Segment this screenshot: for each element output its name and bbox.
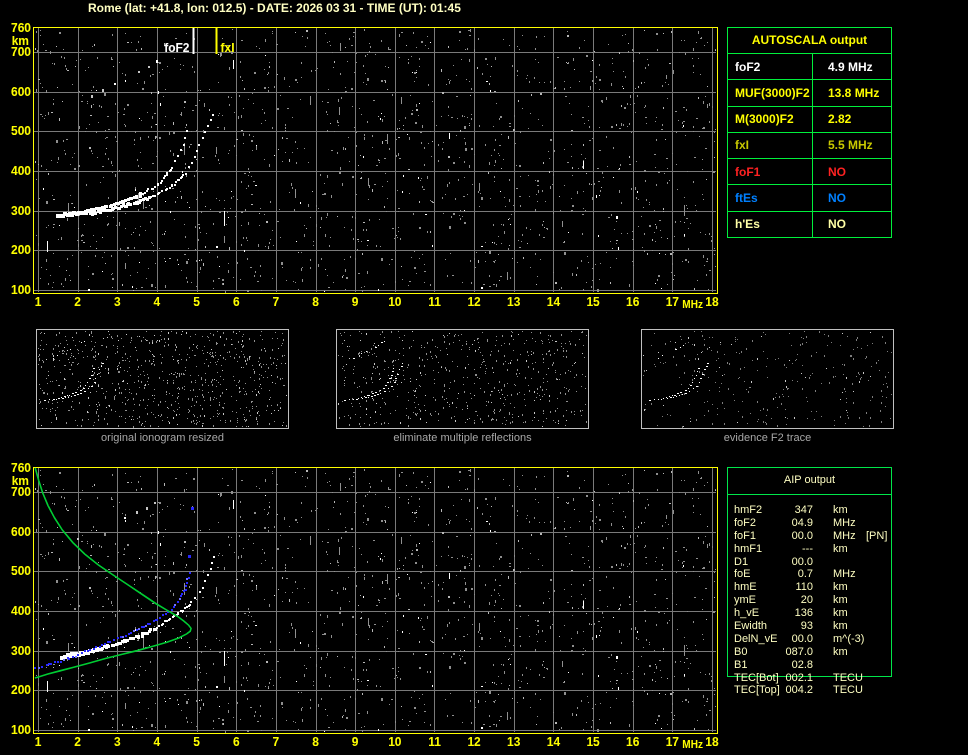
parameter-value: NO xyxy=(828,217,846,232)
parameter-unit: km xyxy=(833,542,848,555)
parameter-label: B0 xyxy=(734,645,748,658)
thumbnail-original-ionogram xyxy=(36,329,289,429)
aip-row-fof2: foF2 04.9 MHz xyxy=(728,517,891,530)
parameter-value: 13.8 MHz xyxy=(828,85,880,100)
parameter-value: 00.0 xyxy=(791,555,813,568)
autoscala-app-window: Rome (lat: +41.8, lon: 012.5) - DATE: 20… xyxy=(0,0,968,755)
parameter-unit: m^(-3) xyxy=(833,632,865,645)
parameter-unit: km xyxy=(833,581,848,594)
aip-row-delnve: DelN_vE 00.0 m^(-3) xyxy=(728,633,891,646)
parameter-label: fxI xyxy=(728,132,813,159)
autoscala-row-ftes: ftEs NO xyxy=(728,184,891,211)
parameter-value: --- xyxy=(802,542,813,555)
aip-rows: hmF2 347 km foF2 04.9 MHz foF1 00.0 MHz [PN] hmF1-… xyxy=(728,504,891,697)
autoscala-row-fof2: foF2 4.9 MHz xyxy=(728,53,891,80)
profile-ionogram-canvas xyxy=(0,456,724,752)
station-date-title: Rome (lat: +41.8, lon: 012.5) - DATE: 20… xyxy=(88,1,461,15)
scaled-ionogram-canvas xyxy=(0,16,724,312)
parameter-unit: MHz xyxy=(833,529,856,542)
aip-output-panel: AIP output hmF2 347 km foF2 04.9 MHz foF1 00.0 M… xyxy=(727,467,892,696)
parameter-unit: MHz xyxy=(833,516,856,529)
aip-row-d1: D1 00.0 xyxy=(728,556,891,569)
aip-row-b1: B1 02.8 xyxy=(728,659,891,672)
parameter-label: B1 xyxy=(734,658,748,671)
aip-header-divider xyxy=(728,494,891,495)
parameter-label: M(3000)F2 xyxy=(728,106,813,132)
parameter-flag: [PN] xyxy=(866,529,888,542)
parameter-value: 004.2 xyxy=(785,684,813,697)
parameter-label: h'Es xyxy=(728,211,813,237)
parameter-value: 110 xyxy=(795,581,813,594)
parameter-value: NO xyxy=(828,164,846,179)
aip-row-hve: h_vE 136 km xyxy=(728,607,891,620)
parameter-label: D1 xyxy=(734,555,749,568)
parameter-value: 00.0 xyxy=(791,529,813,542)
parameter-label: MUF(3000)F2 xyxy=(728,80,813,106)
parameter-value: 04.9 xyxy=(791,516,813,529)
parameter-label: foF1 xyxy=(728,159,813,185)
parameter-value: 20 xyxy=(800,594,813,607)
thumbnail-caption: original ionogram resized xyxy=(101,432,224,444)
thumbnail-caption: eliminate multiple reflections xyxy=(393,432,532,444)
autoscala-row-muf3000f2: MUF(3000)F2 13.8 MHz xyxy=(728,79,891,106)
autoscala-row-hes: h'Es NO xyxy=(728,210,891,237)
parameter-value: 002.1 xyxy=(785,671,813,684)
aip-row-hme: hmE 110 km xyxy=(728,581,891,594)
parameter-value: 4.9 MHz xyxy=(828,59,873,74)
parameter-value: 087.0 xyxy=(785,645,813,658)
aip-row-fof1: foF1 00.0 MHz [PN] xyxy=(728,530,891,543)
parameter-unit: km xyxy=(833,594,848,607)
parameter-unit: km xyxy=(833,620,848,633)
parameter-label: foF2 xyxy=(728,54,813,80)
aip-row-b0: B0 087.0 km xyxy=(728,646,891,659)
aip-row-ewidth: Ewidth 93 km xyxy=(728,620,891,633)
parameter-value: 00.0 xyxy=(791,632,813,645)
parameter-label: ftEs xyxy=(728,185,813,211)
parameter-unit: TECU xyxy=(833,684,863,697)
parameter-value: 136 xyxy=(794,607,813,620)
aip-row-foe: foE 0.7 MHz xyxy=(728,568,891,581)
aip-row-hmf2: hmF2 347 km xyxy=(728,504,891,517)
parameter-value: 0.7 xyxy=(797,568,813,581)
autoscala-row-fof1: foF1 NO xyxy=(728,158,891,185)
parameter-unit: km xyxy=(833,645,848,658)
parameter-value: 02.8 xyxy=(791,658,813,671)
autoscala-row-m3000f2: M(3000)F2 2.82 xyxy=(728,105,891,132)
parameter-unit: km xyxy=(833,504,848,516)
parameter-unit: MHz xyxy=(833,568,856,581)
parameter-value: 2.82 xyxy=(828,112,852,127)
autoscala-output-table: AUTOSCALA output foF2 4.9 MHz MUF(3000)F2 1… xyxy=(727,27,892,238)
parameter-value: 5.5 MHz xyxy=(828,138,873,153)
parameter-value: 93 xyxy=(800,620,813,633)
thumbnail-eliminate-reflections xyxy=(336,329,589,429)
thumbnail-evidence-f2-trace xyxy=(641,329,894,429)
aip-row-tectop: TEC[Top] 004.2 TECU xyxy=(728,684,891,697)
aip-row-yme: ymE 20 km xyxy=(728,594,891,607)
autoscala-table-title: AUTOSCALA output xyxy=(751,33,868,47)
aip-row-tecbot: TEC[Bot] 002.1 TECU xyxy=(728,672,891,685)
autoscala-row-fxi: fxI 5.5 MHz xyxy=(728,131,891,159)
parameter-value: NO xyxy=(828,191,846,206)
aip-panel-title: AIP output xyxy=(783,474,836,486)
parameter-value: 347 xyxy=(794,504,813,516)
aip-row-hmf1: hmF1 --- km xyxy=(728,543,891,556)
parameter-unit: km xyxy=(833,607,848,620)
parameter-unit: TECU xyxy=(833,671,863,684)
thumbnail-caption: evidence F2 trace xyxy=(723,432,812,444)
